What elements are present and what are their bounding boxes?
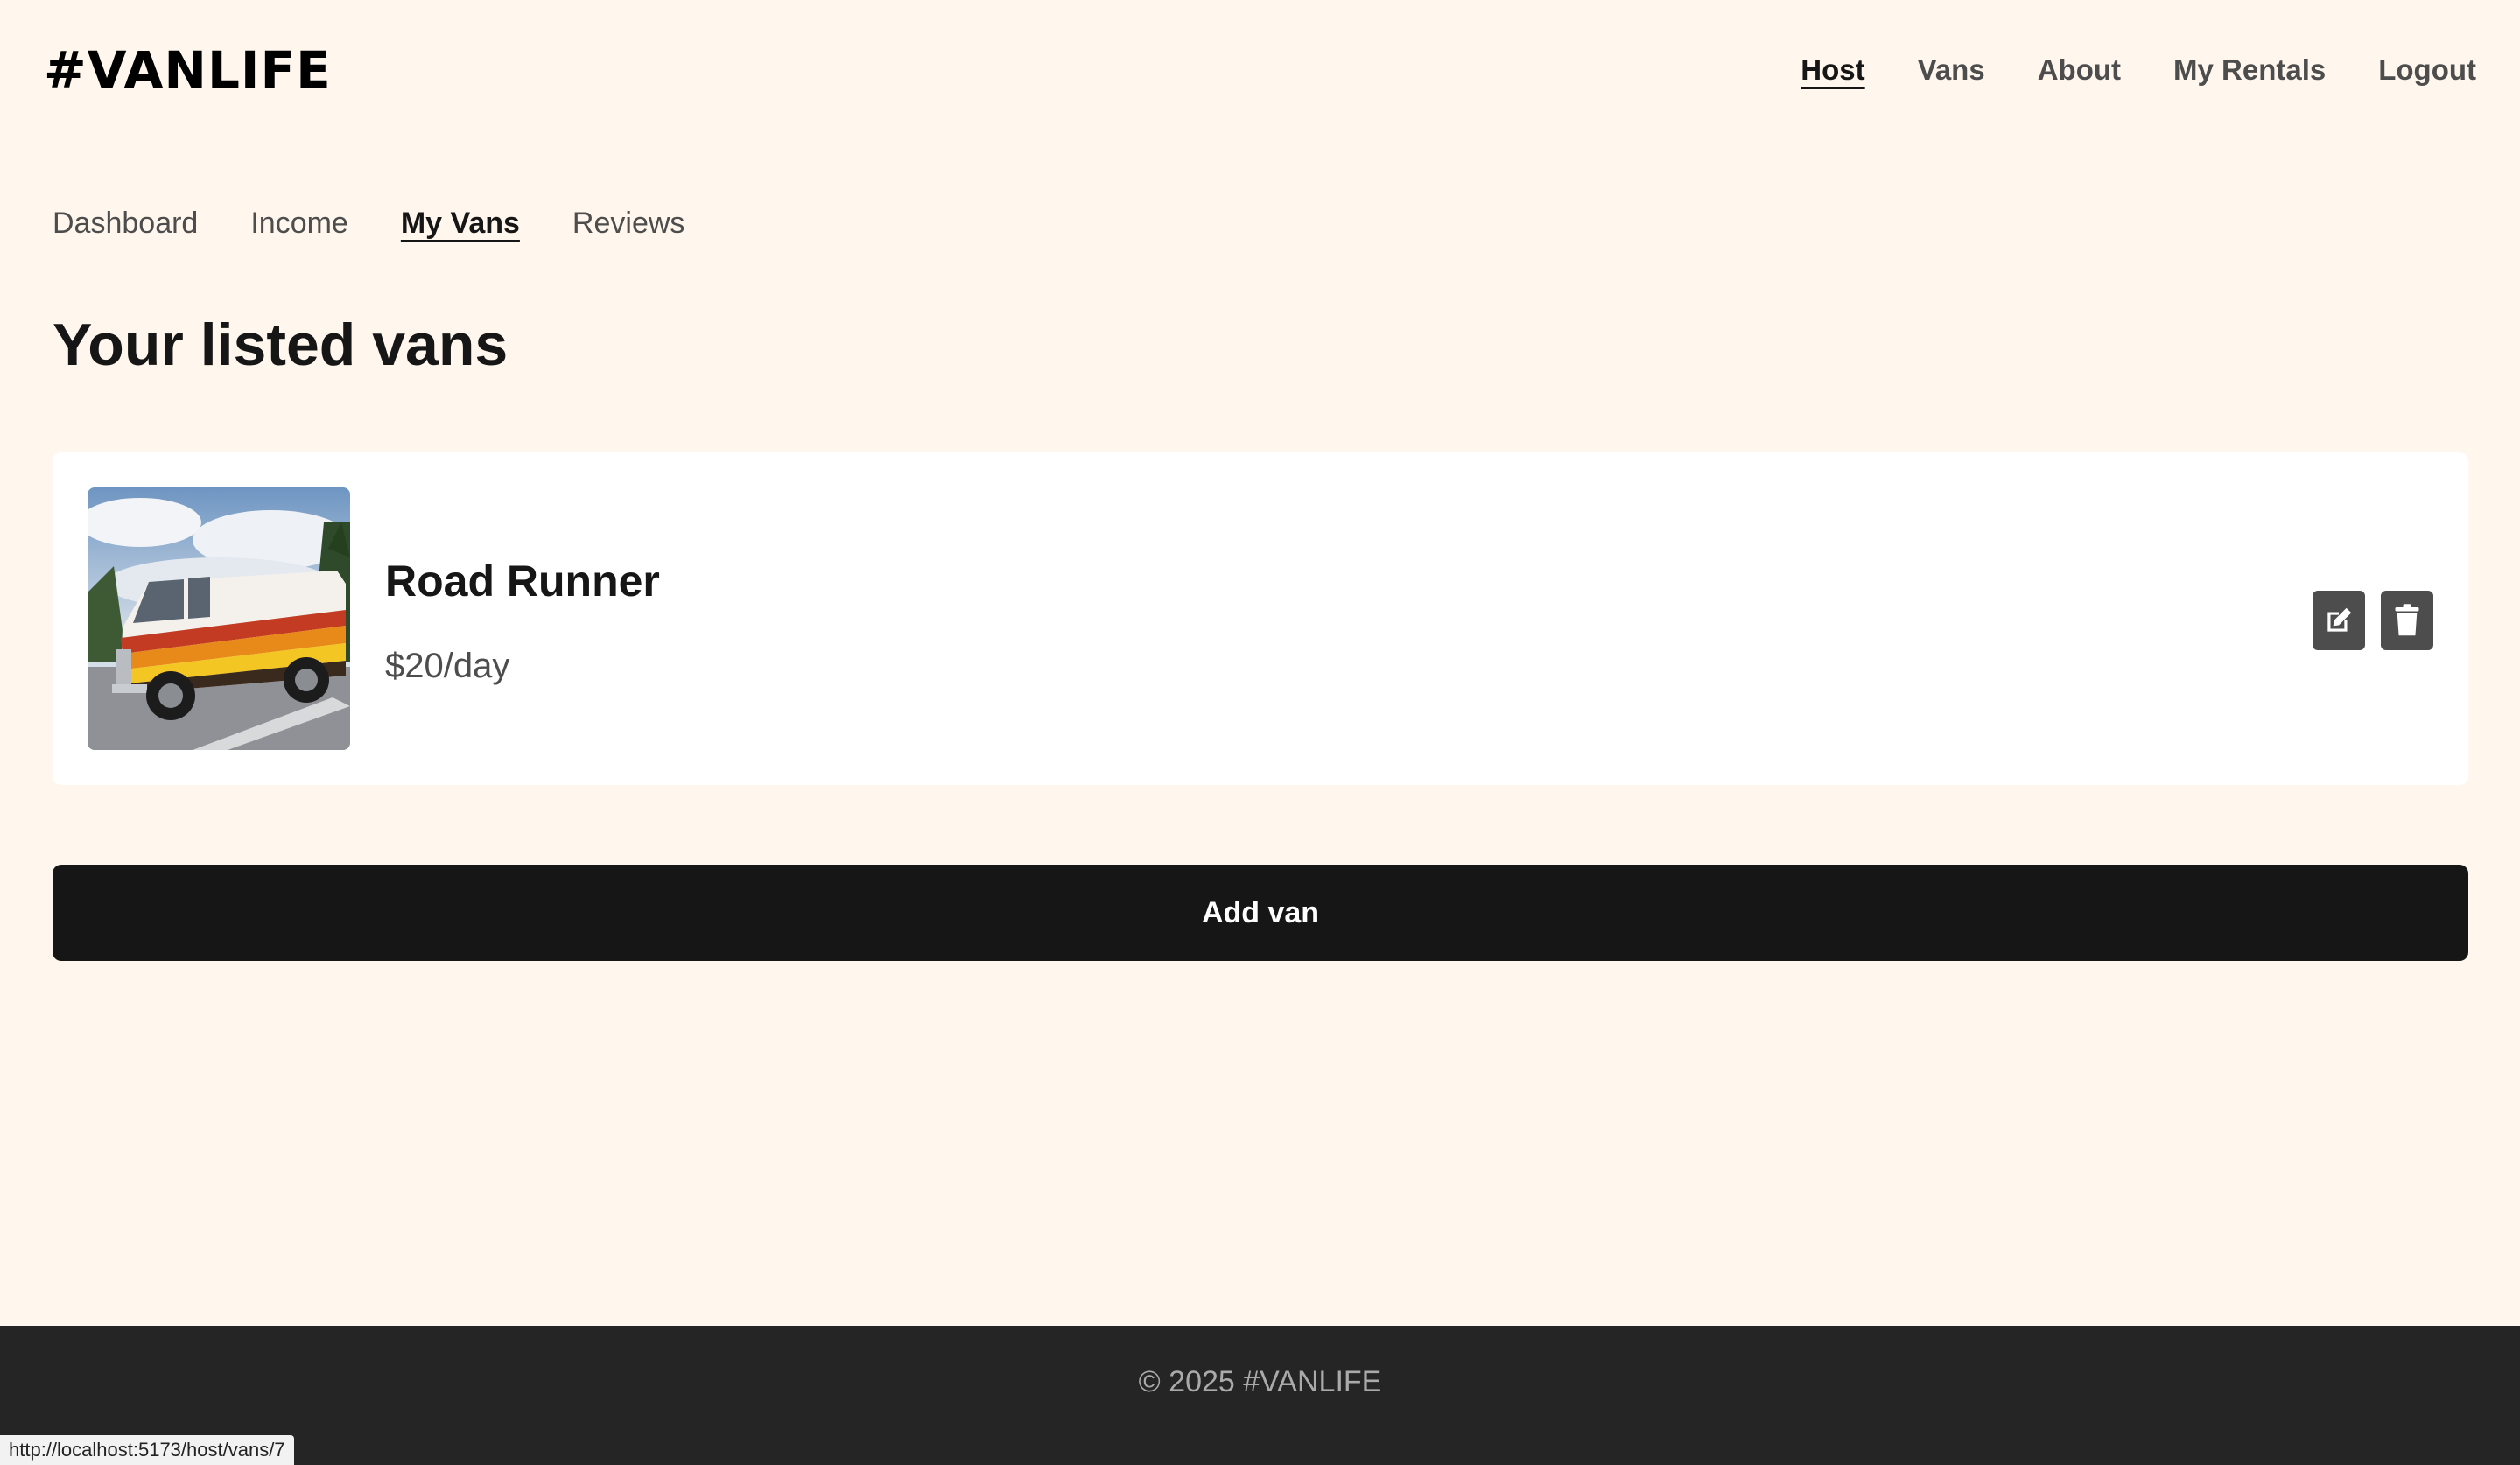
van-card[interactable]: Road Runner $20/day: [53, 452, 2468, 785]
nav-logout[interactable]: Logout: [2378, 53, 2476, 87]
van-name[interactable]: Road Runner: [385, 556, 660, 606]
site-footer: © 2025 #VANLIFE: [0, 1326, 2520, 1465]
nav-about[interactable]: About: [2038, 53, 2121, 87]
tab-reviews[interactable]: Reviews: [572, 207, 684, 241]
edit-icon: [2327, 607, 2352, 632]
nav-vans[interactable]: Vans: [1918, 53, 1985, 87]
status-bar-url: http://localhost:5173/host/vans/7: [0, 1435, 294, 1465]
delete-button[interactable]: [2381, 591, 2433, 650]
nav-host[interactable]: Host: [1801, 53, 1864, 87]
van-image[interactable]: [88, 487, 350, 750]
logo[interactable]: #VANLIFE: [44, 40, 332, 100]
host-subnav: Dashboard Income My Vans Reviews: [53, 207, 684, 241]
edit-button[interactable]: [2313, 591, 2365, 650]
tab-income[interactable]: Income: [250, 207, 348, 241]
footer-copyright: © 2025 #VANLIFE: [1138, 1365, 1382, 1398]
van-price: $20/day: [385, 647, 510, 685]
nav-my-rentals[interactable]: My Rentals: [2173, 53, 2326, 87]
add-van-button[interactable]: Add van: [53, 865, 2468, 961]
trash-icon: [2395, 604, 2419, 636]
site-header: #VANLIFE Host Vans About My Rentals Logo…: [0, 0, 2520, 140]
tab-my-vans[interactable]: My Vans: [401, 207, 520, 241]
van-actions: [2313, 591, 2433, 650]
page-title: Your listed vans: [53, 312, 509, 378]
main-nav: Host Vans About My Rentals Logout: [1801, 53, 2476, 87]
retro-van-photo: [88, 487, 350, 750]
tab-dashboard[interactable]: Dashboard: [53, 207, 198, 241]
